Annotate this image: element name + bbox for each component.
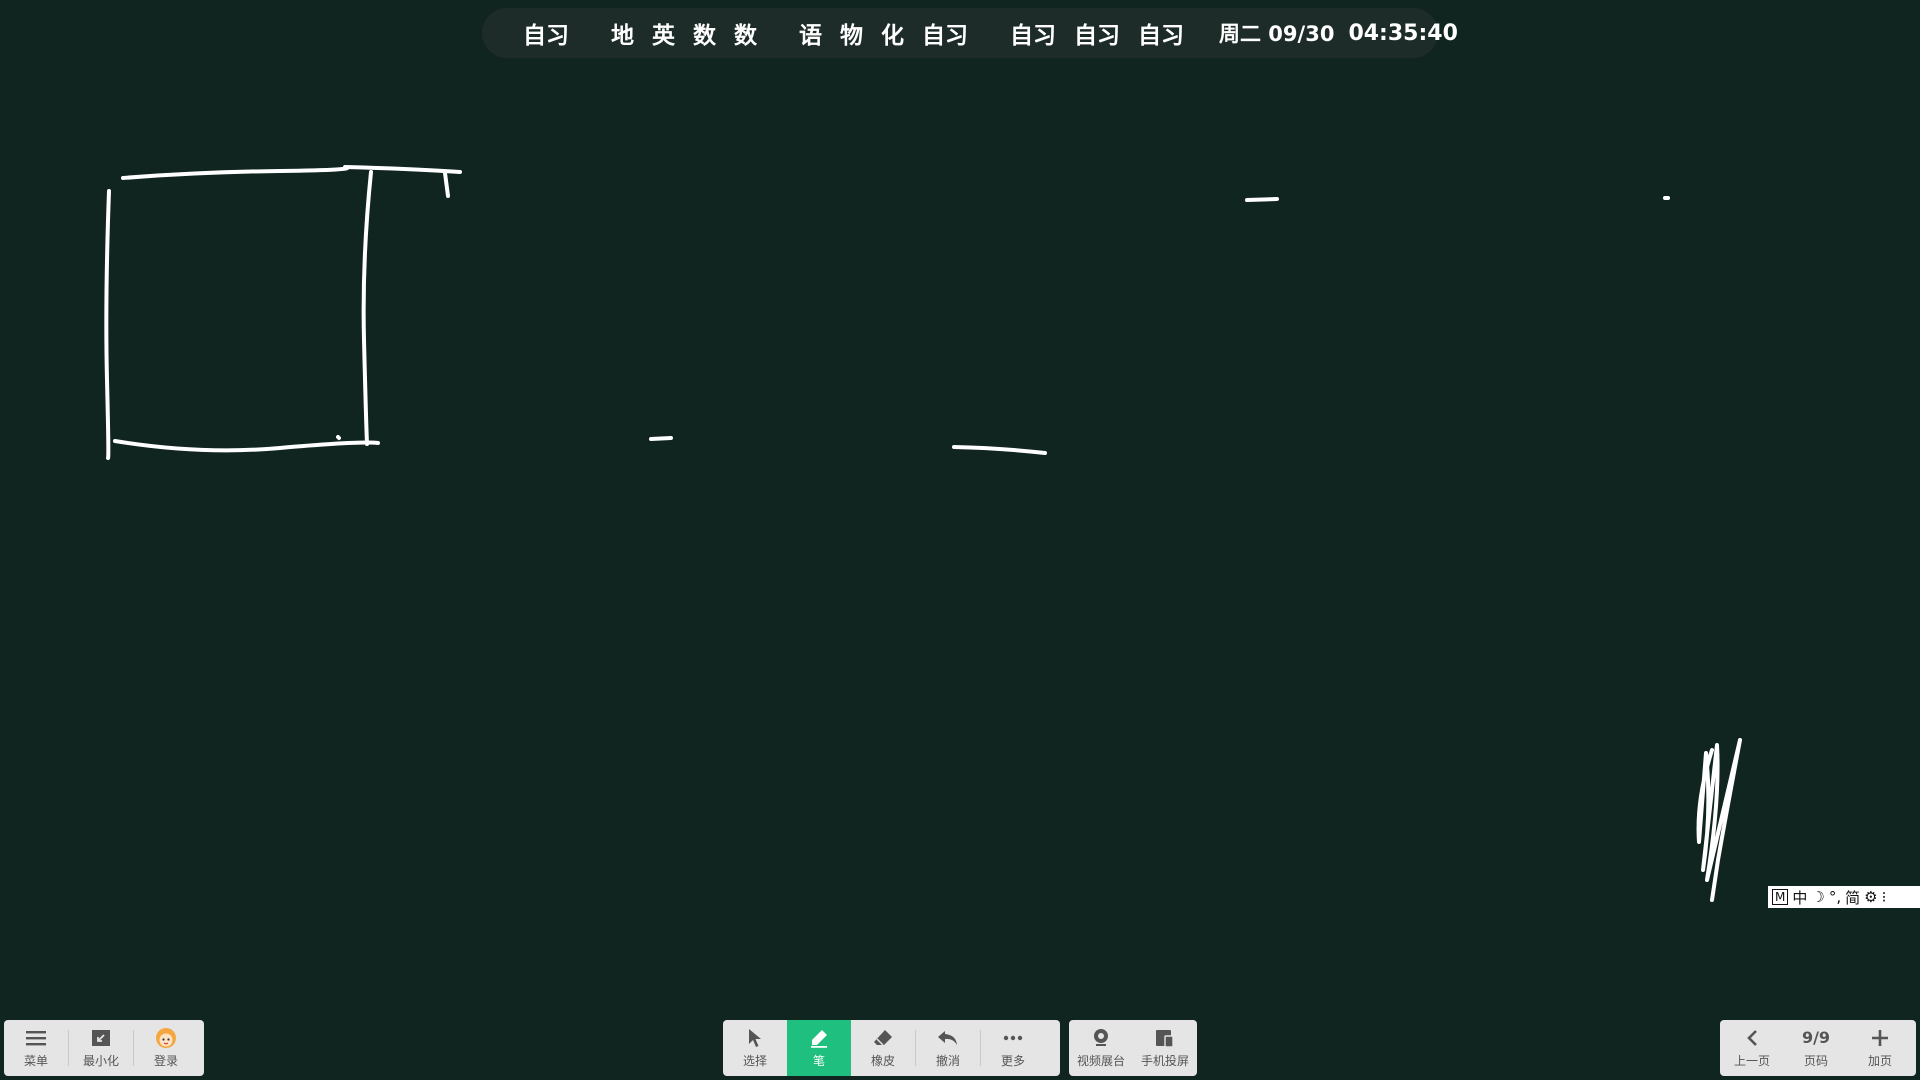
ime-language-toggle[interactable]: 中 xyxy=(1792,887,1807,908)
video-booth-button[interactable]: 视频展台 xyxy=(1069,1020,1133,1076)
toolbar-left: 菜单 最小化 登录 xyxy=(4,1020,204,1076)
phone-cast-icon xyxy=(1154,1027,1176,1049)
ink-scribble xyxy=(1696,738,1742,902)
video-booth-label: 视频展台 xyxy=(1076,1054,1125,1068)
undo-label: 撤消 xyxy=(935,1054,960,1068)
ink-stroke xyxy=(443,171,450,198)
ime-more-icon[interactable]: ⁝ xyxy=(1882,888,1887,906)
hamburger-icon xyxy=(25,1027,47,1049)
menu-label: 菜单 xyxy=(23,1054,48,1068)
select-label: 选择 xyxy=(742,1054,767,1068)
menu-button[interactable]: 菜单 xyxy=(4,1020,68,1076)
ime-script-toggle[interactable]: 简 xyxy=(1845,887,1860,908)
ime-mode-badge[interactable]: M xyxy=(1772,889,1789,905)
page-number-button[interactable]: 9/9 页码 xyxy=(1784,1020,1848,1076)
whiteboard-canvas[interactable]: 自习 地 英 数 数 语 物 化 自习 自习 自习 自习 周二 09/30 04… xyxy=(0,0,1920,1080)
ink-stroke xyxy=(121,165,462,180)
login-label: 登录 xyxy=(153,1054,178,1068)
add-page-button[interactable]: 加页 xyxy=(1848,1020,1912,1076)
ink-stroke xyxy=(104,189,111,461)
minimize-icon xyxy=(90,1027,112,1049)
camera-icon xyxy=(1090,1027,1112,1049)
select-tool-button[interactable]: 选择 xyxy=(723,1020,787,1076)
toolbar-tools: 选择 笔 橡皮 撤消 更多 xyxy=(723,1020,1060,1076)
moon-icon[interactable]: ☽ xyxy=(1811,888,1824,906)
ink-stroke xyxy=(649,436,673,441)
ime-status-bar[interactable]: M 中 ☽ °, 简 ⚙ ⁝ xyxy=(1768,886,1920,908)
prev-page-button[interactable]: 上一页 xyxy=(1720,1020,1784,1076)
eraser-icon xyxy=(872,1027,894,1049)
pen-label: 笔 xyxy=(812,1054,825,1068)
toolbar-pages: 上一页 9/9 页码 加页 xyxy=(1720,1020,1916,1076)
add-page-label: 加页 xyxy=(1867,1054,1892,1068)
cursor-icon xyxy=(744,1027,766,1049)
phone-cast-label: 手机投屏 xyxy=(1140,1054,1189,1068)
eraser-tool-button[interactable]: 橡皮 xyxy=(851,1020,915,1076)
page-number-label: 页码 xyxy=(1803,1054,1828,1068)
chevron-left-icon xyxy=(1741,1027,1763,1049)
minimize-button[interactable]: 最小化 xyxy=(69,1020,133,1076)
plus-icon xyxy=(1869,1027,1891,1049)
login-button[interactable]: 登录 xyxy=(134,1020,198,1076)
page-number: 9/9 xyxy=(1801,1028,1831,1047)
ime-punctuation-toggle[interactable]: °, xyxy=(1829,888,1841,906)
ink-stroke xyxy=(1245,197,1279,202)
ink-stroke xyxy=(361,170,373,446)
minimize-label: 最小化 xyxy=(82,1054,119,1068)
ink-stroke xyxy=(113,439,380,453)
undo-button[interactable]: 撤消 xyxy=(916,1020,980,1076)
gear-icon[interactable]: ⚙ xyxy=(1864,888,1877,906)
pen-icon xyxy=(808,1027,830,1049)
pen-tool-button[interactable]: 笔 xyxy=(787,1020,851,1076)
ink-stroke xyxy=(336,435,341,440)
toolbar-media: 视频展台 手机投屏 xyxy=(1069,1020,1197,1076)
ink-layer xyxy=(104,165,1742,902)
eraser-label: 橡皮 xyxy=(870,1054,895,1068)
avatar-icon xyxy=(155,1027,177,1049)
prev-page-label: 上一页 xyxy=(1733,1054,1770,1068)
ink-stroke xyxy=(952,445,1047,455)
phone-cast-button[interactable]: 手机投屏 xyxy=(1133,1020,1197,1076)
more-label: 更多 xyxy=(1000,1054,1025,1068)
ellipsis-icon xyxy=(1002,1027,1024,1049)
undo-icon xyxy=(937,1027,959,1049)
more-button[interactable]: 更多 xyxy=(981,1020,1045,1076)
